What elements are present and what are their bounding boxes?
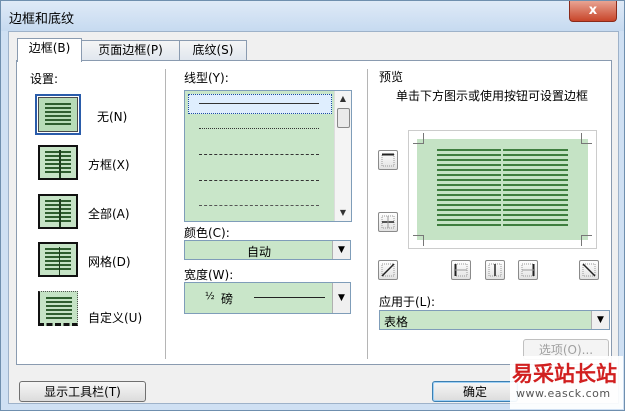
- line-style-dash-dot[interactable]: [199, 205, 319, 206]
- tab-borders[interactable]: 边框(B): [17, 38, 82, 62]
- inside-vertical-border-icon[interactable]: [485, 260, 505, 280]
- line-style-label: 线型(Y):: [184, 71, 229, 85]
- apply-to-label: 应用于(L):: [379, 295, 436, 309]
- width-unit: 磅: [221, 292, 234, 306]
- line-style-scrollbar[interactable]: ▲ ▼: [334, 91, 351, 221]
- width-fraction: ½: [205, 291, 215, 302]
- width-label: 宽度(W):: [184, 268, 234, 282]
- border-custom-icon[interactable]: [38, 291, 78, 326]
- top-border-icon[interactable]: [378, 150, 398, 170]
- scroll-up-icon[interactable]: ▲: [335, 91, 351, 107]
- setting-grid-label[interactable]: 网格(D): [88, 253, 131, 270]
- border-box-icon[interactable]: [38, 145, 78, 180]
- separator-right: [367, 69, 368, 359]
- show-toolbar-button[interactable]: 显示工具栏(T): [19, 381, 146, 402]
- scroll-down-icon[interactable]: ▼: [335, 205, 351, 221]
- diagonal-down-icon[interactable]: [378, 260, 398, 280]
- border-all-icon[interactable]: [38, 194, 78, 229]
- diagonal-up-icon[interactable]: [579, 260, 599, 280]
- chevron-down-icon[interactable]: ▼: [332, 283, 350, 313]
- preview-heading: 预览: [379, 70, 404, 84]
- preview-table[interactable]: [417, 139, 588, 240]
- corner-mark: [581, 133, 592, 144]
- watermark: 易采站长站 www.easck.com: [510, 356, 623, 409]
- chevron-down-icon[interactable]: ▼: [591, 311, 609, 329]
- width-sample-line: [254, 297, 325, 298]
- watermark-url: www.easck.com: [516, 387, 611, 400]
- left-border-icon[interactable]: [451, 260, 471, 280]
- line-style-list[interactable]: ▲ ▼: [184, 90, 352, 222]
- line-style-solid[interactable]: [199, 103, 319, 104]
- scroll-thumb[interactable]: [337, 108, 350, 128]
- color-label: 颜色(C):: [184, 226, 230, 240]
- line-style-dashed-long[interactable]: [199, 180, 319, 181]
- corner-mark: [413, 235, 424, 246]
- line-style-dashed-short[interactable]: [199, 154, 319, 155]
- right-border-icon[interactable]: [518, 260, 538, 280]
- line-style-selected[interactable]: [188, 94, 332, 114]
- line-style-dotted[interactable]: [199, 128, 319, 129]
- setting-all-label[interactable]: 全部(A): [88, 205, 130, 222]
- watermark-title: 易采站长站: [512, 361, 617, 386]
- preview-hint: 单击下方图示或使用按钮可设置边框: [396, 89, 589, 103]
- border-none-icon[interactable]: [35, 94, 81, 135]
- tab-page-borders[interactable]: 页面边框(P): [81, 40, 180, 61]
- separator-left: [165, 69, 166, 359]
- borders-panel: 设置: 无(N) 方框(X) 全部(A) 网格(D) 自定义(U) 线型(Y):: [16, 60, 612, 365]
- close-button[interactable]: x: [569, 1, 617, 22]
- apply-to-select[interactable]: 表格 ▼: [379, 310, 610, 330]
- chevron-down-icon[interactable]: ▼: [332, 241, 350, 259]
- dialog-window: 边框和底纹 x 边框(B) 页面边框(P) 底纹(S) 设置: 无(N) 方框(…: [0, 0, 625, 411]
- preview-diagram[interactable]: [408, 130, 597, 249]
- color-select[interactable]: 自动 ▼: [184, 240, 351, 260]
- ok-button[interactable]: 确定: [432, 381, 518, 402]
- border-grid-icon[interactable]: [38, 242, 78, 277]
- setting-none-label[interactable]: 无(N): [97, 108, 127, 125]
- settings-heading: 设置:: [30, 72, 59, 86]
- inside-horizontal-border-icon[interactable]: [378, 212, 398, 232]
- apply-to-value: 表格: [384, 315, 409, 329]
- title-bar: 边框和底纹 x: [1, 1, 624, 31]
- tab-shading[interactable]: 底纹(S): [179, 40, 247, 61]
- corner-mark: [413, 133, 424, 144]
- dialog-title: 边框和底纹: [9, 12, 75, 27]
- preview-column-gap: [501, 147, 503, 227]
- color-value: 自动: [246, 245, 271, 259]
- setting-box-label[interactable]: 方框(X): [88, 156, 130, 173]
- corner-mark: [581, 235, 592, 246]
- width-select[interactable]: ½ 磅 ▼: [184, 282, 351, 314]
- setting-custom-label[interactable]: 自定义(U): [88, 309, 142, 326]
- dialog-client: 边框(B) 页面边框(P) 底纹(S) 设置: 无(N) 方框(X) 全部(A)…: [8, 31, 619, 404]
